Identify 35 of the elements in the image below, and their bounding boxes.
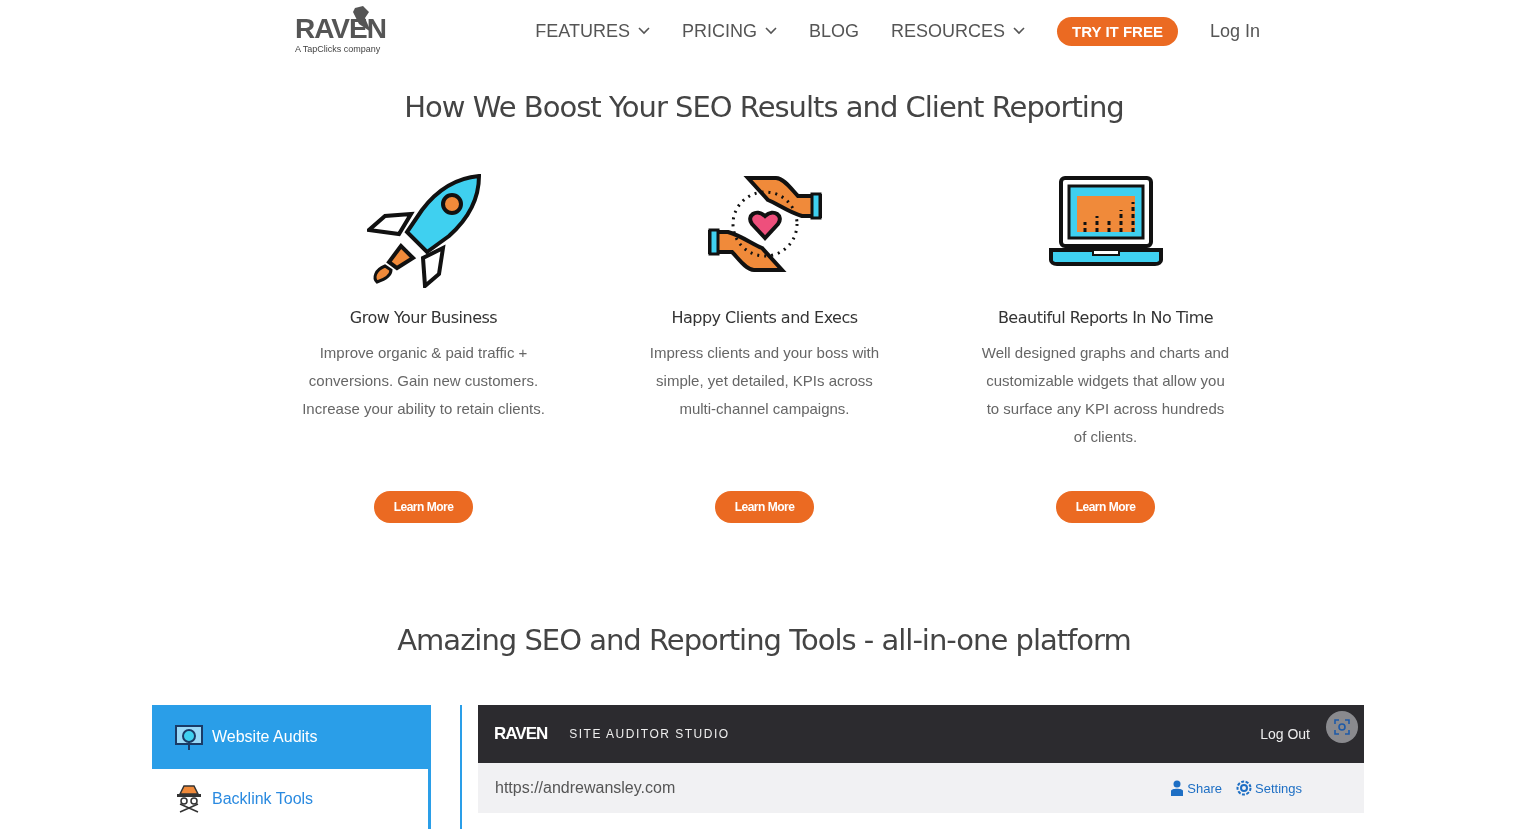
nav-link[interactable]: RESOURCES bbox=[891, 20, 1026, 42]
learn-more-button[interactable]: Learn More bbox=[373, 491, 474, 523]
sidebar-item[interactable]: Backlink Tools bbox=[152, 769, 428, 829]
benefit-description: Well designed graphs and charts and customizable widgets that allow you to surface any KPI across hundreds of clients. bbox=[980, 343, 1231, 447]
monitor-magnifier-icon bbox=[174, 722, 204, 752]
benefit-description: Impress clients and your boss with simple, yet detailed, KPIs across multi-channel campaigns. bbox=[648, 343, 881, 419]
settings-icon bbox=[1236, 780, 1252, 796]
try-free-button[interactable]: TRY IT FREE bbox=[1057, 16, 1178, 46]
login-link[interactable]: Log In bbox=[1209, 20, 1260, 42]
spy-icon bbox=[174, 784, 204, 814]
settings-link[interactable]: Settings bbox=[1236, 780, 1302, 796]
site-url: https://andrewansley.com bbox=[495, 779, 676, 797]
logout-link[interactable]: Log Out bbox=[1260, 726, 1310, 742]
nav-link[interactable]: PRICING bbox=[682, 20, 778, 42]
benefit-title: Happy Clients and Execs bbox=[671, 308, 858, 327]
chevron-down-icon bbox=[638, 27, 651, 35]
screenshot-icon bbox=[1326, 711, 1358, 743]
raven-logo: RAVEN bbox=[494, 724, 548, 744]
section-heading: How We Boost Your SEO Results and Client Reporting bbox=[403, 90, 1125, 124]
sidebar-item[interactable]: Website Audits bbox=[152, 705, 428, 769]
benefit-title: Grow Your Business bbox=[349, 308, 498, 327]
section-heading: Amazing SEO and Reporting Tools - all-in-one platform bbox=[396, 623, 1132, 657]
raven-logo[interactable]: RAVEN A TapClicks company bbox=[295, 5, 385, 57]
learn-more-button[interactable]: Learn More bbox=[714, 491, 815, 523]
rocket-icon bbox=[366, 174, 481, 288]
learn-more-button[interactable]: Learn More bbox=[1055, 491, 1156, 523]
app-title: SITE AUDITOR STUDIO bbox=[569, 727, 730, 741]
nav-link[interactable]: BLOG bbox=[809, 20, 860, 42]
nav-link[interactable]: FEATURES bbox=[535, 20, 651, 42]
chevron-down-icon bbox=[1013, 27, 1026, 35]
share-link[interactable]: Share bbox=[1170, 780, 1222, 796]
person-icon bbox=[1170, 780, 1185, 796]
benefit-description: Improve organic & paid traffic + conversions. Gain new customers. Increase your ability to retain clients. bbox=[301, 343, 546, 419]
benefit-title: Beautiful Reports In No Time bbox=[997, 308, 1214, 327]
chevron-down-icon bbox=[765, 27, 778, 35]
